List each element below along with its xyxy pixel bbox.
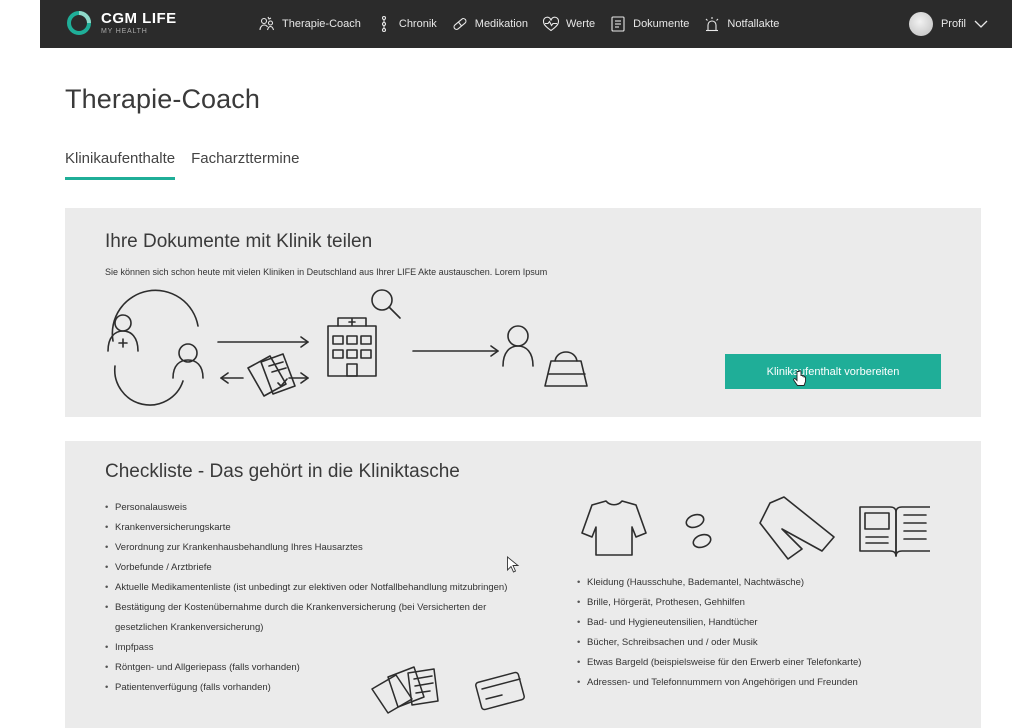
nav-item-therapie-coach[interactable]: Therapie-Coach (258, 15, 361, 33)
nav-label: Therapie-Coach (282, 18, 361, 30)
emergency-light-icon (706, 17, 719, 32)
tab-bar: Klinikaufenthalte Facharzttermine (65, 150, 315, 180)
nav-item-werte[interactable]: Werte (542, 15, 595, 33)
chevron-down-icon (974, 20, 988, 28)
nav-label: Dokumente (633, 18, 690, 30)
search-magnifier-icon (371, 289, 401, 319)
documents-stack-icon (247, 353, 296, 397)
list-item: Krankenversicherungskarte (103, 518, 513, 538)
people-group-icon (107, 289, 204, 406)
therapy-coach-icon (259, 16, 275, 31)
share-documents-panel: Ihre Dokumente mit Klinik teilen Sie kön… (65, 208, 981, 417)
nav-item-chronik[interactable]: Chronik (375, 15, 437, 33)
list-item: Aktuelle Medikamentenliste (ist unbeding… (103, 578, 513, 598)
brand-logo[interactable]: CGM LIFE MY HEALTH (67, 11, 177, 35)
cgm-logo-icon (67, 11, 91, 35)
list-item: Etwas Bargeld (beispielsweise für den Er… (575, 653, 975, 673)
checklist-personal-items: Kleidung (Hausschuhe, Bademantel, Nachtw… (575, 573, 975, 693)
patient-icon (502, 325, 534, 367)
tab-klinikaufenthalte[interactable]: Klinikaufenthalte (65, 150, 176, 180)
document-exchange-illustration (107, 289, 588, 406)
brand-name: CGM LIFE (101, 10, 177, 27)
list-item: Personalausweis (103, 498, 513, 518)
pill-icon (453, 18, 467, 30)
profile-label: Profil (940, 18, 966, 30)
list-item: Brille, Hörgerät, Prothesen, Gehhilfen (575, 593, 975, 613)
heart-pulse-icon (542, 16, 560, 32)
tab-facharzttermine[interactable]: Facharzttermine (191, 150, 299, 180)
checklist-title: Checkliste - Das gehört in die Kliniktas… (105, 461, 460, 482)
paper-documents-icon (371, 666, 439, 714)
documents-cards-illustration (371, 666, 525, 714)
trousers-icon (759, 496, 835, 560)
top-navigation-bar: CGM LIFE MY HEALTH Therapie-Coach Chroni… (40, 0, 1012, 48)
slippers-icon (685, 513, 712, 549)
list-item: Bad- und Hygieneutensilien, Handtücher (575, 613, 975, 633)
nav-label: Chronik (398, 18, 437, 30)
prepare-hospital-stay-button[interactable]: Klinikaufenthalt vorbereiten (725, 354, 941, 389)
nav-label: Medikation (474, 18, 528, 30)
sweater-icon (581, 500, 647, 556)
nav-item-medikation[interactable]: Medikation (451, 15, 528, 33)
chronicle-icon (381, 15, 386, 33)
checklist-panel: Checkliste - Das gehört in die Kliniktas… (65, 441, 981, 728)
nav-label: Notfallakte (727, 18, 780, 30)
share-panel-title: Ihre Dokumente mit Klinik teilen (105, 231, 373, 252)
list-item: Bücher, Schreibsachen und / oder Musik (575, 633, 975, 653)
page-title: Therapie-Coach (65, 84, 261, 114)
avatar (908, 12, 933, 36)
main-nav: Therapie-Coach Chronik Medikation Werte … (258, 0, 793, 48)
hospital-icon (327, 317, 377, 377)
list-item: Verordnung zur Krankenhausbehandlung Ihr… (103, 538, 513, 558)
document-icon (611, 16, 625, 32)
nav-item-dokumente[interactable]: Dokumente (609, 15, 689, 33)
arrow-right-icon (412, 345, 499, 357)
nav-label: Werte (565, 18, 596, 30)
list-item: Adressen- und Telefonnummern von Angehör… (575, 673, 975, 693)
list-item: Kleidung (Hausschuhe, Bademantel, Nachtw… (575, 573, 975, 593)
list-item: Bestätigung der Kostenübernahme durch di… (103, 598, 513, 638)
personal-items-illustration (581, 496, 930, 560)
brand-subtitle: MY HEALTH (101, 28, 148, 35)
list-item: Impfpass (103, 638, 513, 658)
id-card-icon (475, 671, 525, 711)
nav-item-notfallakte[interactable]: Notfallakte (703, 15, 779, 33)
share-panel-description: Sie können sich schon heute mit vielen K… (105, 267, 548, 277)
open-book-icon (859, 506, 930, 557)
bag-icon (544, 351, 588, 387)
profile-menu[interactable]: Profil (908, 0, 988, 48)
list-item: Vorbefunde / Arztbriefe (103, 558, 513, 578)
